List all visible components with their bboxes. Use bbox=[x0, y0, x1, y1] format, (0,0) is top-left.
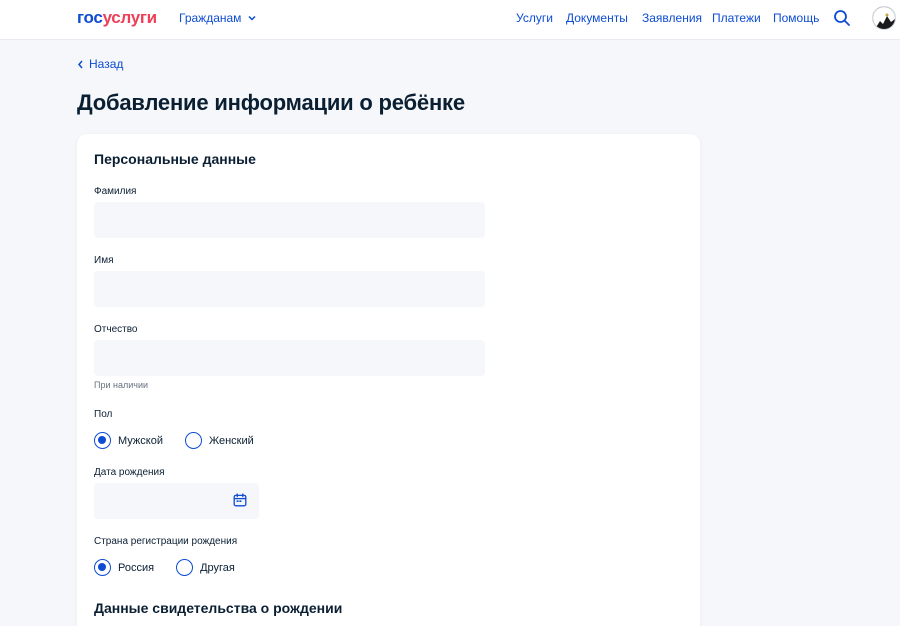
radio-checked-icon bbox=[94, 432, 111, 449]
gender-radio-group: Мужской Женский bbox=[94, 432, 276, 449]
page-title: Добавление информации о ребёнке bbox=[77, 90, 465, 115]
country-russia-label: Россия bbox=[118, 561, 155, 574]
radio-checked-icon bbox=[94, 559, 111, 576]
gender-female-label: Женский bbox=[208, 434, 254, 447]
back-link[interactable]: Назад bbox=[77, 57, 123, 71]
gender-male-radio[interactable]: Мужской bbox=[94, 432, 163, 449]
role-label: Гражданам bbox=[179, 11, 242, 25]
country-other-label: Другая bbox=[200, 561, 235, 574]
personal-data-title: Персональные данные bbox=[94, 151, 256, 167]
form-card: Персональные данные Фамилия Имя Отчество… bbox=[77, 134, 700, 626]
chevron-down-icon bbox=[248, 15, 256, 21]
nav-applications[interactable]: Заявления bbox=[642, 11, 702, 25]
birth-country-radio-group: Россия Другая bbox=[94, 559, 257, 576]
gender-female-radio[interactable]: Женский bbox=[184, 432, 254, 449]
chevron-left-icon bbox=[78, 60, 83, 68]
nav-documents[interactable]: Документы bbox=[566, 11, 628, 25]
top-header: госуслуги Гражданам Услуги Документы Зая… bbox=[0, 0, 900, 40]
patronymic-hint: При наличии bbox=[94, 380, 148, 390]
role-selector[interactable]: Гражданам bbox=[179, 11, 257, 25]
gender-male-label: Мужской bbox=[118, 434, 163, 447]
nav-payments[interactable]: Платежи bbox=[712, 11, 761, 25]
country-russia-radio[interactable]: Россия bbox=[94, 559, 154, 576]
name-label: Имя bbox=[94, 255, 114, 266]
radio-unchecked-icon bbox=[176, 559, 194, 576]
logo-part-uslugi: услуги bbox=[102, 8, 158, 27]
nav-help[interactable]: Помощь bbox=[773, 11, 819, 25]
search-icon[interactable] bbox=[833, 9, 851, 27]
back-label: Назад bbox=[89, 57, 124, 71]
calendar-icon[interactable] bbox=[233, 493, 247, 507]
logo-part-gos: гос bbox=[77, 8, 103, 27]
gender-label: Пол bbox=[94, 409, 113, 420]
surname-input[interactable] bbox=[94, 202, 485, 238]
birthdate-input[interactable] bbox=[94, 483, 259, 519]
avatar-image-icon bbox=[873, 7, 895, 29]
radio-unchecked-icon bbox=[184, 432, 202, 449]
country-other-radio[interactable]: Другая bbox=[176, 559, 235, 576]
gosuslugi-logo[interactable]: госуслуги bbox=[77, 8, 157, 28]
patronymic-label: Отчество bbox=[94, 324, 138, 335]
name-input[interactable] bbox=[94, 271, 485, 307]
nav-uslugi[interactable]: Услуги bbox=[516, 11, 553, 25]
patronymic-input[interactable] bbox=[94, 340, 485, 376]
birth-certificate-title: Данные свидетельства о рождении bbox=[94, 600, 343, 616]
birth-country-label: Страна регистрации рождения bbox=[94, 536, 238, 547]
user-avatar[interactable] bbox=[872, 6, 896, 30]
surname-label: Фамилия bbox=[94, 186, 137, 197]
birthdate-label: Дата рождения bbox=[94, 467, 165, 478]
